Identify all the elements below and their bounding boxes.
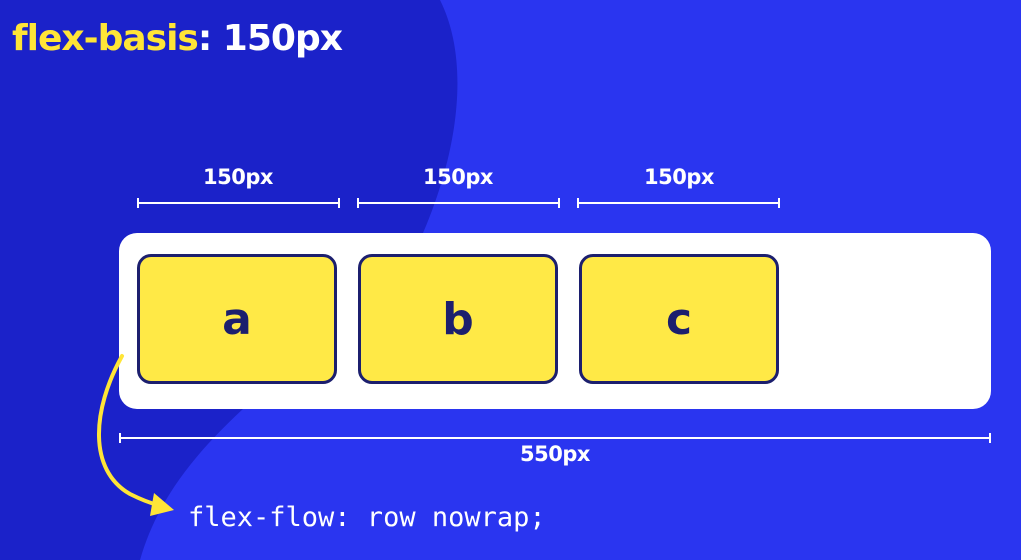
item-c-width-label: 150px [644,165,714,189]
code-snippet: flex-flow: row nowrap; [188,502,546,533]
container-width-line [119,433,991,443]
item-a-width-line [137,198,340,208]
flex-item-c: c [579,254,779,384]
title-separator: : [197,18,212,59]
page-title: flex-basis: 150px [12,18,343,59]
item-c-width-line [577,198,780,208]
item-a-width-label: 150px [203,165,273,189]
container-width-label: 550px [520,442,590,466]
item-b-width-label: 150px [423,165,493,189]
title-value: 150px [222,18,343,59]
flex-item-a: a [137,254,337,384]
flex-item-b: b [358,254,558,384]
item-b-width-line [357,198,560,208]
title-property: flex-basis [12,18,199,59]
